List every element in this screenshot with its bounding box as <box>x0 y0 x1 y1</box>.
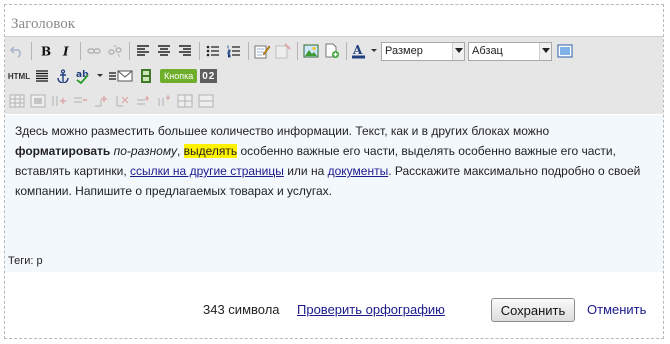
text-color-icon[interactable]: A <box>350 41 380 61</box>
paragraph-format-select-value: Абзац <box>472 45 503 57</box>
column-after-icon[interactable] <box>154 91 174 111</box>
content-text: Здесь можно разместить большее количеств… <box>15 124 550 138</box>
italic-icon[interactable]: I <box>56 41 76 61</box>
split-cells-icon[interactable] <box>196 91 216 111</box>
tags-label: Теги: p <box>8 255 43 267</box>
spellcheck-icon[interactable]: ab <box>74 66 106 86</box>
toolbar-row-3 <box>7 89 217 113</box>
table-properties-icon[interactable] <box>28 91 48 111</box>
svg-text:B: B <box>41 45 51 59</box>
bullet-list-icon[interactable] <box>203 41 223 61</box>
align-center-icon[interactable] <box>154 41 174 61</box>
edit-document-icon[interactable] <box>252 41 272 61</box>
link-documents[interactable]: документы <box>328 164 389 178</box>
bold-icon[interactable]: B <box>35 41 55 61</box>
counter-badge-label: 02 <box>202 70 216 82</box>
paragraph-format-select[interactable]: Абзац <box>468 41 552 61</box>
separator <box>248 42 249 60</box>
horizontal-lines-icon[interactable] <box>32 66 52 86</box>
insert-table-icon[interactable] <box>7 91 27 111</box>
cancel-link[interactable]: Отменить <box>587 302 646 317</box>
save-button[interactable]: Сохранить <box>491 298 575 322</box>
highlighted-text: выделять <box>183 144 238 158</box>
html-source-label: HTML <box>7 71 31 81</box>
row-after-icon[interactable] <box>133 91 153 111</box>
insert-button-button[interactable]: Кнопка <box>160 69 198 83</box>
editor-footer: 343 символа Проверить орфографию Сохрани… <box>5 272 663 338</box>
undo-icon[interactable] <box>7 41 27 61</box>
align-left-icon[interactable] <box>133 41 153 61</box>
anchor-icon[interactable] <box>53 66 73 86</box>
delete-row-icon[interactable] <box>70 91 90 111</box>
font-size-select-value: Размер <box>385 45 423 57</box>
separator <box>129 42 130 60</box>
content-text: или на <box>283 164 328 178</box>
align-right-icon[interactable] <box>175 41 195 61</box>
link-other-pages[interactable]: ссылки на другие страницы <box>130 164 284 178</box>
unlink-icon[interactable] <box>105 41 125 61</box>
insert-row-icon[interactable] <box>49 91 69 111</box>
bold-text: форматировать <box>15 144 111 158</box>
editor-content[interactable]: Здесь можно разместить большее количеств… <box>5 115 663 250</box>
insert-video-icon[interactable] <box>136 66 156 86</box>
font-size-select[interactable]: Размер <box>381 41 465 61</box>
numbered-list-icon[interactable] <box>224 41 244 61</box>
editor-toolbar: B I A Размер Абзац HTML ab Кнопка 02 <box>5 36 663 114</box>
chevron-down-icon <box>452 42 464 60</box>
char-count: 343 символа <box>203 302 280 317</box>
html-source-button[interactable]: HTML <box>7 66 31 86</box>
svg-text:I: I <box>62 45 69 59</box>
insert-image-icon[interactable] <box>301 41 321 61</box>
tags-path: Теги: p <box>5 250 663 272</box>
spellcheck-link[interactable]: Проверить орфографию <box>297 302 445 317</box>
separator <box>80 42 81 60</box>
title-input[interactable] <box>11 12 661 36</box>
insert-column-icon[interactable] <box>91 91 111 111</box>
chevron-down-icon <box>539 42 551 60</box>
separator <box>297 42 298 60</box>
toolbar-row-2: HTML ab Кнопка 02 <box>7 64 218 88</box>
svg-text:A: A <box>352 43 363 57</box>
separator <box>31 42 32 60</box>
link-icon[interactable] <box>84 41 104 61</box>
fullscreen-icon[interactable] <box>555 41 575 61</box>
counter-badge[interactable]: 02 <box>200 69 218 83</box>
italic-text: по-разному <box>113 144 177 158</box>
delete-column-icon[interactable] <box>112 91 132 111</box>
editor-frame: B I <box>4 4 664 339</box>
email-link-icon[interactable] <box>107 66 135 86</box>
insert-button-label: Кнопка <box>164 71 194 81</box>
separator <box>199 42 200 60</box>
remove-format-icon[interactable] <box>273 41 293 61</box>
toolbar-row-1: B I A Размер Абзац <box>7 39 576 63</box>
separator <box>346 42 347 60</box>
insert-file-icon[interactable] <box>322 41 342 61</box>
content-text: , <box>176 144 184 158</box>
merge-cells-icon[interactable] <box>175 91 195 111</box>
